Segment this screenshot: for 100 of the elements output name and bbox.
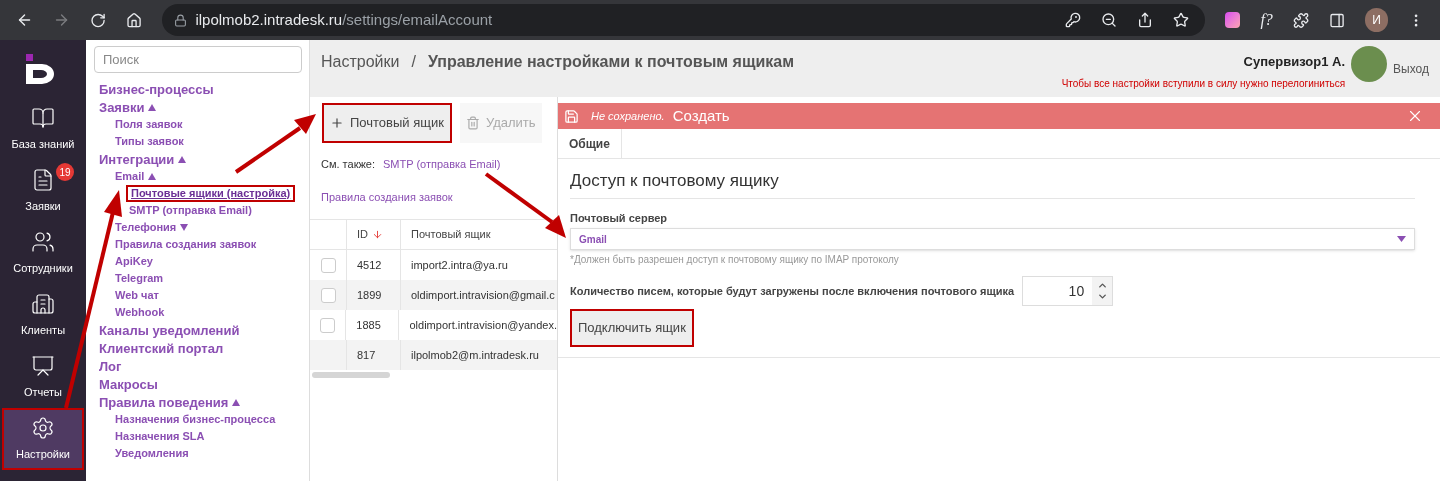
unsaved-status: Не сохранено. [591,108,665,124]
see-also-link[interactable]: SMTP (отправка Email) [383,156,501,173]
settings-icon [31,415,55,440]
settings-menu-item[interactable]: ApiKey [115,256,153,267]
nav-item[interactable]: База знаний [2,98,84,160]
add-mailbox-button[interactable]: Почтовый ящик [322,103,452,143]
nav-label: База знаний [11,136,75,152]
sort-arrow-icon[interactable] [372,229,383,240]
share-icon[interactable] [1137,12,1154,28]
nav-item[interactable]: Клиенты [2,284,84,346]
settings-menu-item[interactable]: Правила создания заявок [115,239,257,250]
key-icon[interactable] [1065,12,1082,28]
table-cell-text: oldimport.intravision@yandex. [408,317,557,333]
table-cell-text: 1899 [357,287,382,303]
nav-item[interactable]: Настройки [2,408,84,470]
settings-menu-item[interactable]: Email [115,171,145,182]
table-cell-text: oldimport.intravision@gmail.c [410,287,555,303]
address-bar[interactable]: ilpolmob2.intradesk.ru/settings/emailAccount [162,4,1206,36]
caret-up-icon[interactable] [148,103,157,111]
reload-icon[interactable] [90,11,107,29]
relogin-warning: Чтобы все настройки вступили в силу нужно перелогиниться [1061,76,1346,91]
caret-down-icon[interactable] [180,224,189,231]
dropdown-caret-icon [1397,236,1406,242]
field-label: Количество писем, которые будут загружены после включения почтового ящика [570,283,1015,299]
settings-menu-item[interactable]: Каналы уведомлений [99,323,240,337]
settings-menu-item[interactable]: Правила поведения [99,395,229,409]
extensions-icon[interactable] [1292,11,1309,29]
table-cell-text: 817 [357,347,376,363]
search-field[interactable]: Поиск [94,46,302,73]
decrement-icon[interactable] [1096,291,1108,302]
table-row[interactable]: 1899 oldimport.intravision@gmail.c [310,280,557,310]
see-also-link[interactable]: Правила создания заявок [321,190,453,203]
increment-icon[interactable] [1096,280,1108,291]
book-icon [31,105,55,130]
extension-icon[interactable] [1225,12,1241,28]
people-icon [31,229,55,254]
page-title: Управление настройками к почтовым ящикам [427,52,794,72]
settings-menu-item[interactable]: Типы заявок [115,136,184,147]
settings-menu-item[interactable]: Web чат [115,290,159,301]
nav-item[interactable]: Отчеты [2,346,84,408]
connect-mailbox-button[interactable]: Подключить ящик [570,309,694,347]
profile-avatar[interactable]: И [1365,8,1388,32]
url-text: ilpolmob2.intradesk.ru/settings/emailAccount [195,9,493,30]
column-header[interactable]: ID [357,226,368,243]
horizontal-scrollbar[interactable] [312,372,390,378]
caret-up-icon[interactable] [148,173,157,180]
nav-label: Настройки [16,446,70,462]
nav-label: Отчеты [24,384,62,400]
settings-menu-item[interactable]: Почтовые ящики (настройка) [129,188,293,199]
column-header[interactable]: Почтовый ящик [401,226,491,243]
settings-menu-item[interactable]: Назначения бизнес-процесса [115,414,276,425]
nav-label: Заявки [25,198,61,214]
star-icon[interactable] [1173,12,1190,28]
nav-label: Сотрудники [13,260,73,276]
settings-menu-item[interactable]: Назначения SLA [115,431,205,442]
settings-menu-item[interactable]: Заявки [99,100,145,114]
home-icon[interactable] [126,11,143,29]
nav-item[interactable]: Заявки 19 [2,160,84,222]
table-cell-text: 4512 [357,257,382,273]
form-title: Создать [672,105,730,126]
settings-menu-item[interactable]: Уведомления [115,448,189,459]
document-icon [31,167,55,192]
settings-menu-item[interactable]: Клиентский портал [99,341,224,355]
logout-link[interactable]: Выход [1393,60,1429,78]
nav-item[interactable]: Сотрудники [2,222,84,284]
user-name: Супервизор1 А. [1243,53,1346,71]
count-badge: 19 [56,163,74,181]
settings-menu-item[interactable]: Лог [99,359,122,373]
settings-menu-item[interactable]: Макросы [99,377,158,391]
table-row[interactable]: 817 ilpolmob2@m.intradesk.ru [310,340,557,370]
settings-menu-item[interactable]: Telegram [115,273,164,284]
settings-menu-item[interactable]: SMTP (отправка Email) [129,205,252,216]
mail-server-select[interactable]: Gmail [570,228,1415,250]
breadcrumb-separator: / [411,52,416,72]
field-label: Почтовый сервер [570,210,669,226]
table-cell-text: import2.intra@ya.ru [410,257,508,273]
caret-up-icon[interactable] [178,155,187,163]
buildings-icon [31,291,55,316]
save-icon[interactable] [564,108,579,124]
settings-menu-item[interactable]: Телефония [115,222,177,233]
email-count-stepper[interactable]: 10 [1022,276,1114,306]
plus-icon [330,116,344,130]
nav-label: Клиенты [20,322,66,338]
settings-menu-item[interactable]: Поля заявок [115,119,183,130]
breadcrumb-link[interactable]: Настройки [321,50,400,74]
caret-up-icon[interactable] [232,398,241,406]
zoom-out-icon[interactable] [1101,12,1118,28]
trash-icon [465,116,480,130]
side-panel-icon[interactable] [1328,11,1346,29]
settings-menu-item[interactable]: Webhook [115,307,165,318]
row-checkbox[interactable] [320,317,336,333]
table-cell-text: ilpolmob2@m.intradesk.ru [410,347,539,363]
see-also-label: См. также: [321,157,375,172]
row-checkbox[interactable] [320,257,336,273]
extension-button[interactable]: f? [1260,8,1273,32]
settings-menu-item[interactable]: Интеграции [99,152,175,166]
settings-menu-item[interactable]: Бизнес-процессы [99,82,214,96]
lock-icon [174,13,188,27]
table-cell-text: 1885 [356,317,381,333]
row-checkbox[interactable] [320,287,336,303]
